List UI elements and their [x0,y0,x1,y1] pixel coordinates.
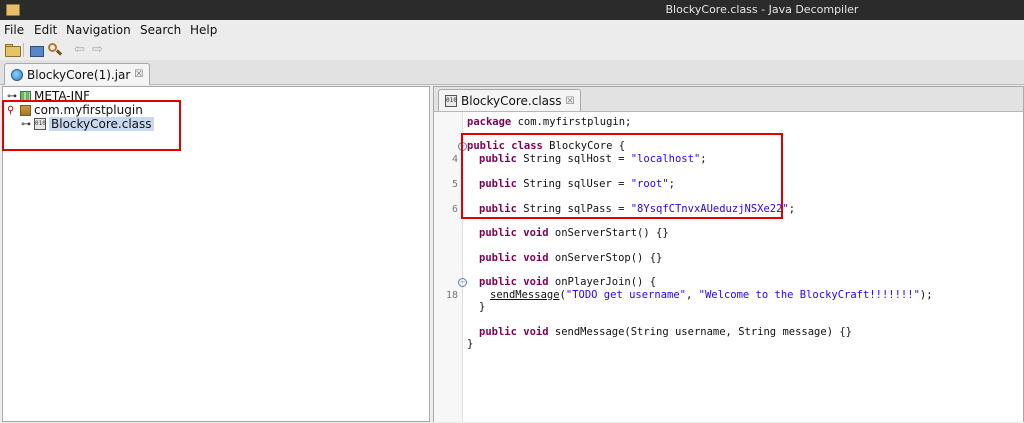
code-editor[interactable]: package com.myfirstplugin; − public clas… [434,111,1023,422]
search-icon[interactable] [47,42,63,58]
tab-class-label: BlockyCore.class [461,94,562,108]
toolbar-separator [23,43,24,57]
code-line-send-message-decl: public void sendMessage(String username,… [479,326,852,338]
code-line-close-brace: } [479,301,486,313]
line-number: 6 [451,204,458,215]
jar-icon [11,68,23,81]
menu-search[interactable]: Search [140,23,181,37]
back-arrow-icon[interactable]: ⇦ [74,42,90,58]
line-number: 18 [445,290,458,301]
toolbar: ⇦ ⇨ [0,40,1024,60]
title-bar: BlockyCore.class - Java Decompiler [0,0,1024,20]
menu-bar: File Edit Navigation Search Help [0,20,1024,40]
code-line-on-player-join: public void onPlayerJoin() { [479,276,657,288]
fold-toggle-icon[interactable]: − [458,278,467,287]
class-file-icon: 010 [445,95,457,107]
line-number: 4 [451,154,458,165]
code-line-on-server-start: public void onServerStart() {} [479,227,669,239]
menu-help[interactable]: Help [190,23,217,37]
code-line-on-server-stop: public void onServerStop() {} [479,252,663,264]
tab-jar-label: BlockyCore(1).jar [27,67,131,82]
menu-file[interactable]: File [4,23,24,37]
open-file-icon[interactable] [4,42,21,58]
close-tab-icon[interactable]: ☒ [134,69,143,80]
window-title: BlockyCore.class - Java Decompiler [665,3,859,16]
menu-navigation[interactable]: Navigation [66,23,131,37]
package-tree-panel: ⊶ META-INF ⚲ com.myfirstplugin ⊶ 010 Blo… [2,86,430,422]
open-type-icon[interactable] [28,42,44,58]
tab-class-file[interactable]: 010 BlockyCore.class ☒ [438,89,582,112]
code-line-class-close: } [467,338,474,350]
code-line-package: package com.myfirstplugin; [467,116,632,128]
highlight-box-credentials [461,133,783,219]
forward-arrow-icon[interactable]: ⇨ [92,42,108,58]
editor-panel: 010 BlockyCore.class ☒ package com.myfir… [433,86,1024,422]
close-tab-icon[interactable]: ☒ [566,96,575,107]
code-line-send-message-call: sendMessage("TODO get username", "Welcom… [490,289,933,301]
line-number: 5 [451,179,458,190]
file-tab-bar: BlockyCore(1).jar ☒ [0,60,1024,85]
tab-jar-file[interactable]: BlockyCore(1).jar ☒ [4,63,151,85]
editor-tab-bar: 010 BlockyCore.class ☒ [434,87,1023,112]
menu-edit[interactable]: Edit [34,23,57,37]
highlight-box-tree [2,100,181,151]
